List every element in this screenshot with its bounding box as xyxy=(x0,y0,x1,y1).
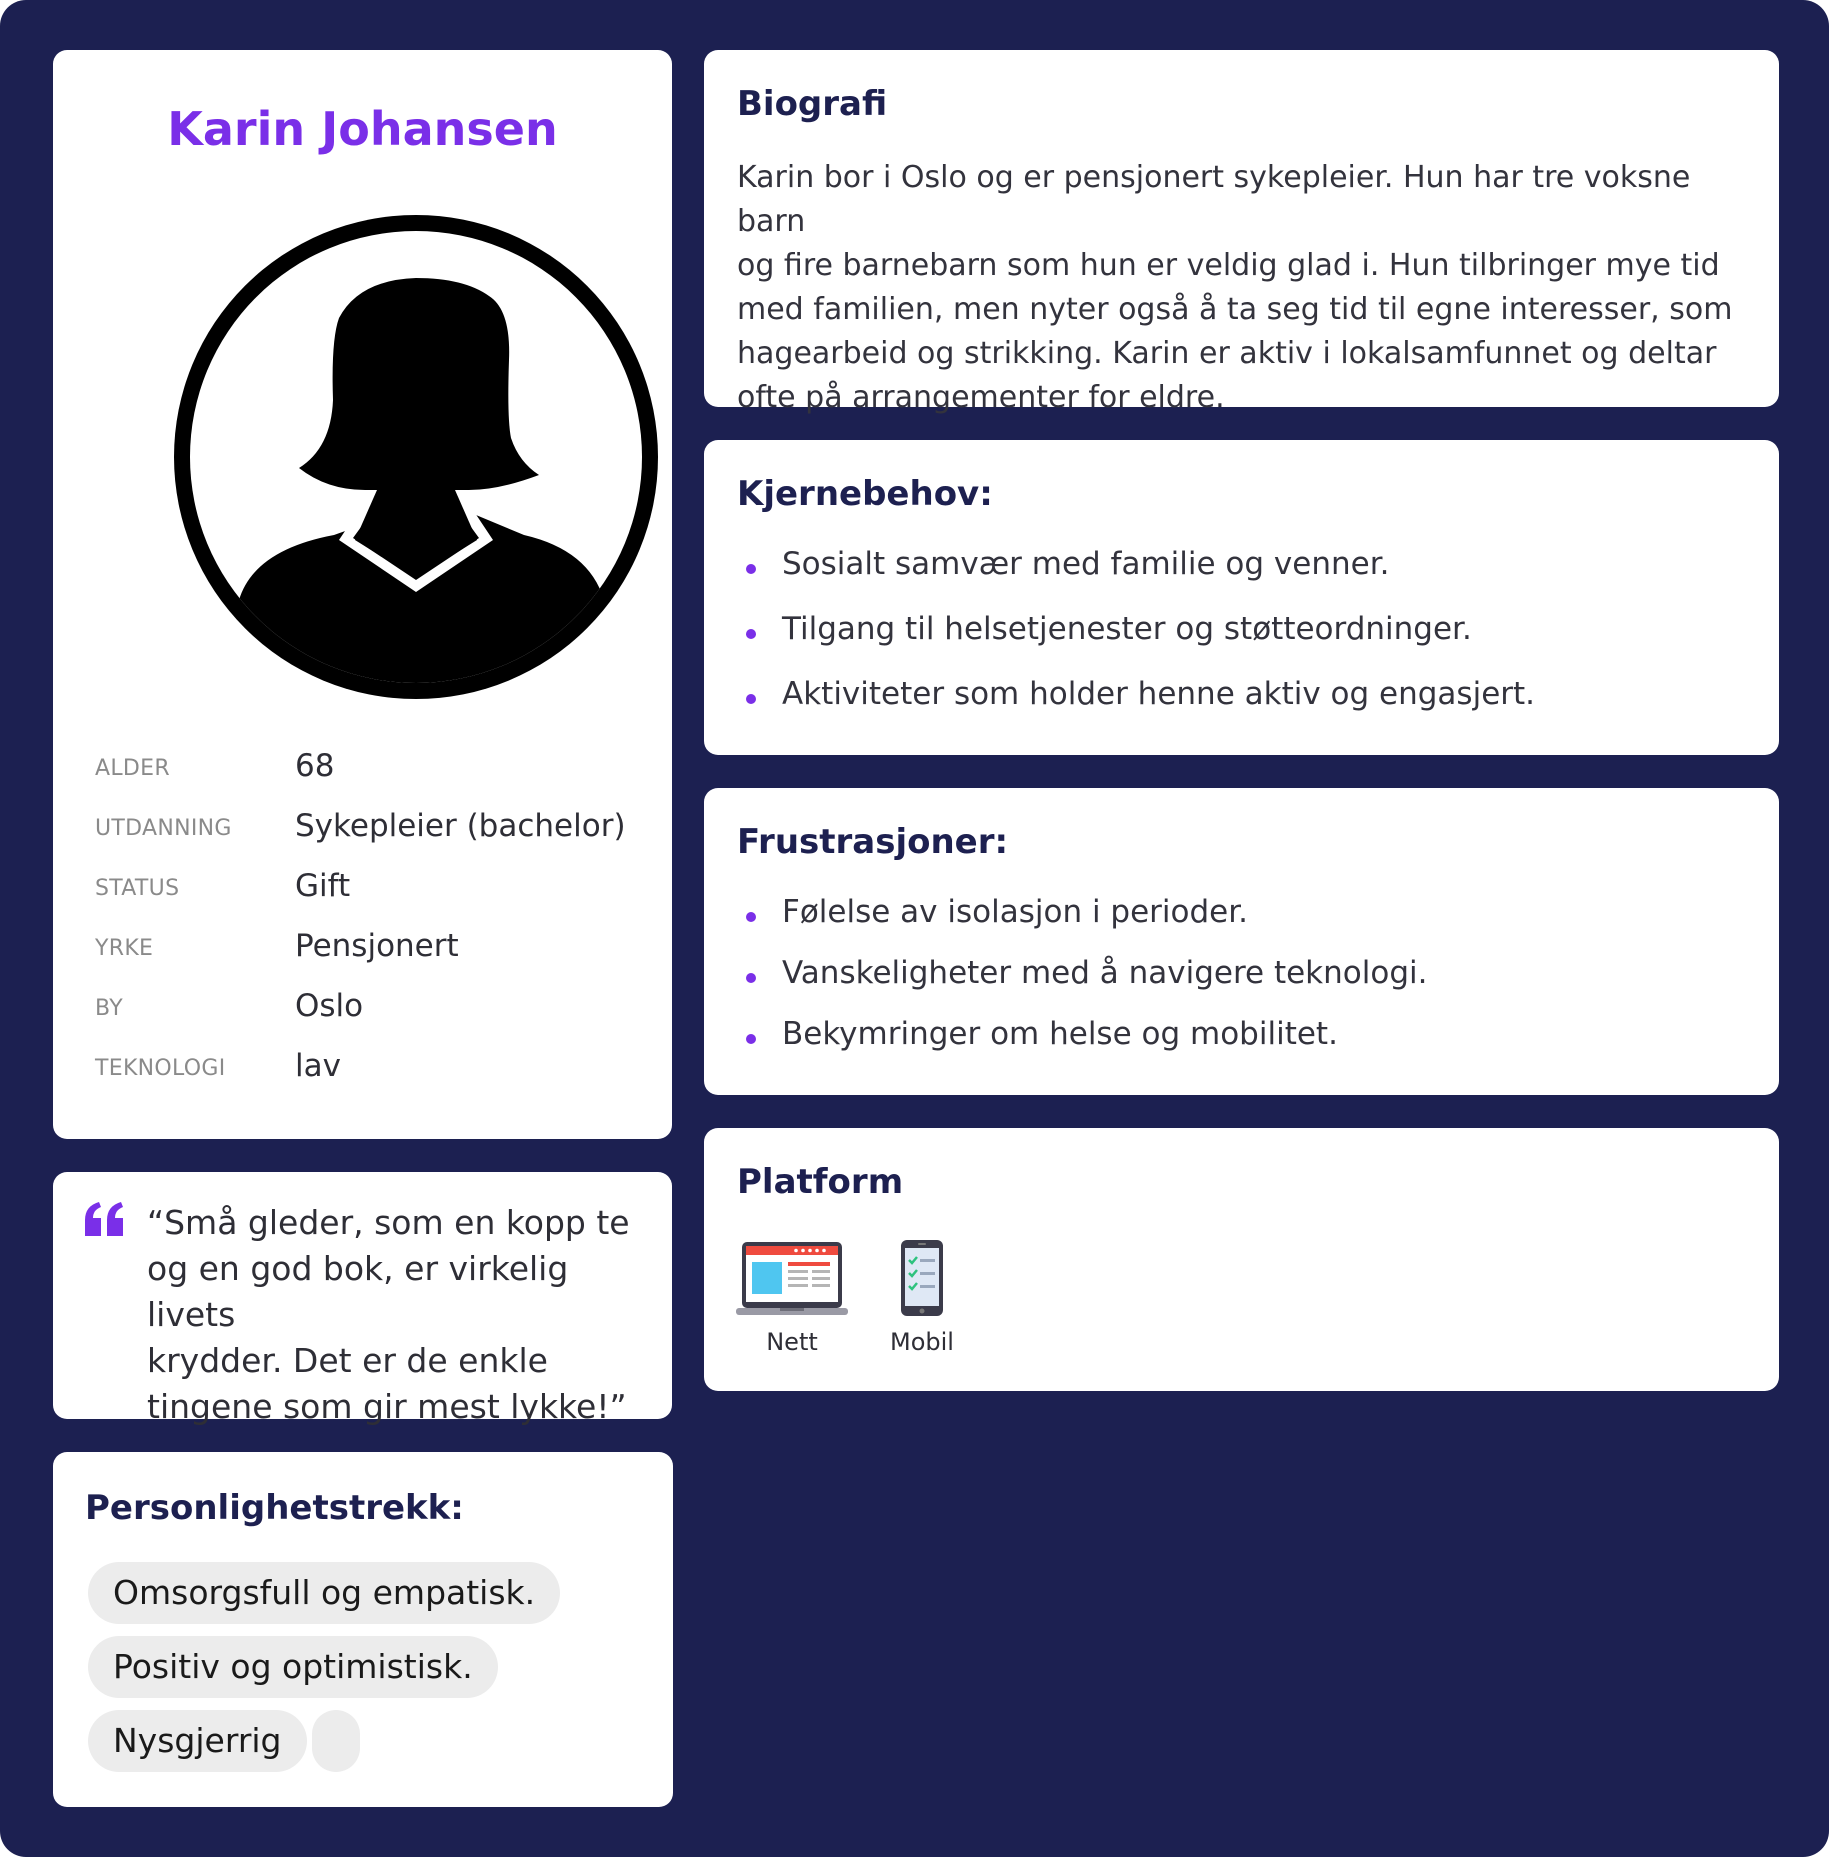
info-label: BY xyxy=(95,996,123,1021)
personality-traits-card: Personlighetstrekk: Omsorgsfull og empat… xyxy=(53,1452,673,1807)
list-item: Aktiviteter som holder henne aktiv og en… xyxy=(737,676,1757,720)
core-needs-card: Kjernebehov: Sosialt samvær med familie … xyxy=(704,440,1779,755)
quote-line: tingene som gir mest lykke!” xyxy=(147,1387,627,1426)
bullet-icon xyxy=(746,694,756,704)
bullet-icon xyxy=(746,564,756,574)
trait-chip: Omsorgsfull og empatisk. xyxy=(88,1562,561,1624)
list-item-text: Sosialt samvær med familie og venner. xyxy=(782,546,1390,582)
biography-line: ofte på arrangementer for eldre. xyxy=(737,380,1225,415)
laptop-icon xyxy=(736,1242,848,1315)
info-value: Sykepleier (bachelor) xyxy=(295,808,626,844)
bullet-icon xyxy=(746,629,756,639)
info-row-occupation: YRKE Pensjonert xyxy=(95,922,655,972)
info-value: Gift xyxy=(295,868,351,904)
bullet-icon xyxy=(746,1034,756,1044)
info-label: ALDER xyxy=(95,756,170,781)
biography-title: Biografi xyxy=(737,84,888,124)
info-row-education: UTDANNING Sykepleier (bachelor) xyxy=(95,802,655,852)
quote-line: krydder. Det er de enkle xyxy=(147,1341,548,1380)
biography-line: Karin bor i Oslo og er pensjonert sykepl… xyxy=(737,160,1691,239)
quote-card: “Små gleder, som en kopp te og en god bo… xyxy=(53,1172,672,1426)
bullet-icon xyxy=(746,973,756,983)
info-value: Pensjonert xyxy=(295,928,459,964)
list-item-text: Følelse av isolasjon i perioder. xyxy=(782,894,1248,930)
info-value: 68 xyxy=(295,748,335,784)
list-item: Følelse av isolasjon i perioder. xyxy=(737,894,1757,938)
platform-title: Platform xyxy=(737,1162,904,1202)
quote-text: “Små gleder, som en kopp te og en god bo… xyxy=(147,1200,647,1430)
biography-card: Biografi Karin bor i Oslo og er pensjone… xyxy=(704,50,1779,415)
list-item-text: Bekymringer om helse og mobilitet. xyxy=(782,1016,1338,1052)
info-row-age: ALDER 68 xyxy=(95,742,655,792)
info-value: lav xyxy=(295,1048,341,1084)
info-value: Oslo xyxy=(295,988,364,1024)
bullet-icon xyxy=(746,912,756,922)
biography-line: og fire barnebarn som hun er veldig glad… xyxy=(737,248,1720,283)
info-row-city: BY Oslo xyxy=(95,982,655,1032)
list-item-text: Tilgang til helsetjenester og støtteordn… xyxy=(782,611,1472,647)
trait-chip: Nysgjerrig xyxy=(88,1710,307,1772)
list-item: Sosialt samvær med familie og venner. xyxy=(737,546,1757,590)
list-item-text: Aktiviteter som holder henne aktiv og en… xyxy=(782,676,1536,712)
persona-board: Karin Johansen ALDER 68 UTDANNING Sykepl… xyxy=(0,0,1829,1857)
info-label: YRKE xyxy=(95,936,154,961)
platform-label-web: Nett xyxy=(766,1328,818,1356)
info-label: STATUS xyxy=(95,876,180,901)
person-avatar-icon xyxy=(174,215,658,699)
biography-line: med familien, men nyter også å ta seg ti… xyxy=(737,292,1733,327)
platform-card: Platform Nett Mobil xyxy=(704,1128,1779,1391)
info-label: TEKNOLOGI xyxy=(95,1056,226,1081)
list-item: Bekymringer om helse og mobilitet. xyxy=(737,1016,1757,1060)
biography-text: Karin bor i Oslo og er pensjonert sykepl… xyxy=(737,156,1757,420)
info-label: UTDANNING xyxy=(95,816,232,841)
trait-chip-empty xyxy=(312,1710,360,1772)
quote-line: og en god bok, er virkelig livets xyxy=(147,1249,569,1334)
frustrations-title: Frustrasjoner: xyxy=(737,822,1009,862)
list-item-text: Vanskeligheter med å navigere teknologi. xyxy=(782,955,1428,991)
biography-line: hagearbeid og strikking. Karin er aktiv … xyxy=(737,336,1717,371)
info-row-status: STATUS Gift xyxy=(95,862,655,912)
list-item: Vanskeligheter med å navigere teknologi. xyxy=(737,955,1757,999)
quote-line: “Små gleder, som en kopp te xyxy=(147,1203,630,1242)
core-needs-title: Kjernebehov: xyxy=(737,474,993,514)
traits-title: Personlighetstrekk: xyxy=(85,1488,464,1528)
platform-label-mobile: Mobil xyxy=(890,1328,954,1356)
quote-mark-icon xyxy=(85,1202,123,1236)
info-row-technology: TEKNOLOGI lav xyxy=(95,1042,655,1092)
trait-chip: Positiv og optimistisk. xyxy=(88,1636,498,1698)
smartphone-icon xyxy=(901,1240,943,1316)
list-item: Tilgang til helsetjenester og støtteordn… xyxy=(737,611,1757,655)
profile-card: Karin Johansen ALDER 68 UTDANNING Sykepl… xyxy=(53,50,672,1139)
persona-name: Karin Johansen xyxy=(167,102,558,156)
frustrations-card: Frustrasjoner: Følelse av isolasjon i pe… xyxy=(704,788,1779,1095)
